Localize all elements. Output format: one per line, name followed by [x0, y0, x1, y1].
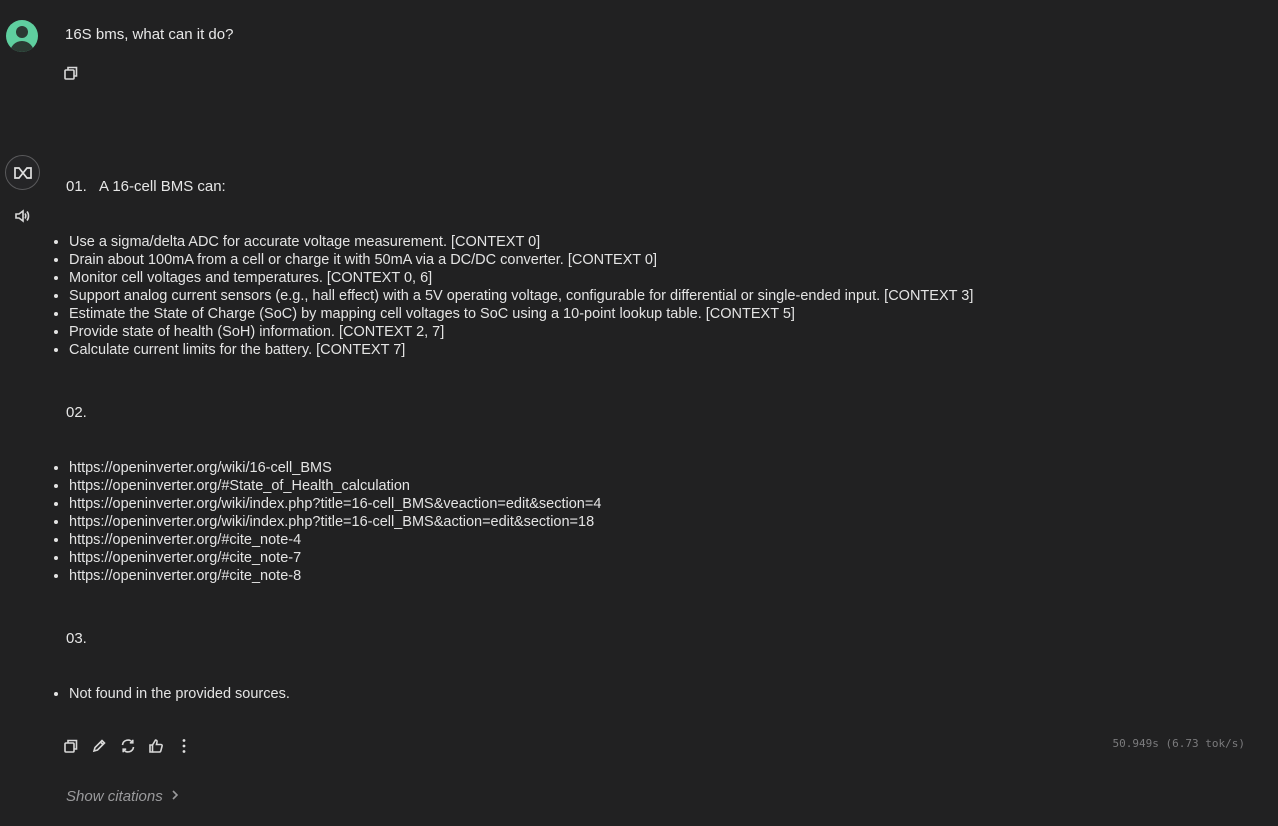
section-heading-1: 01. A 16-cell BMS can:	[66, 178, 226, 195]
show-citations-button[interactable]: Show citations	[66, 788, 181, 805]
pencil-icon[interactable]	[89, 736, 109, 756]
section-number: 01.	[66, 178, 87, 195]
list-item: https://openinverter.org/#cite_note-8	[69, 567, 601, 585]
more-vertical-icon[interactable]	[174, 736, 194, 756]
list-item: Use a sigma/delta ADC for accurate volta…	[69, 233, 973, 251]
list-item: Support analog current sensors (e.g., ha…	[69, 287, 973, 305]
user-avatar	[6, 20, 38, 52]
user-message: 16S bms, what can it do?	[65, 26, 234, 43]
section-1-list: Use a sigma/delta ADC for accurate volta…	[51, 233, 973, 359]
list-item: https://openinverter.org/wiki/index.php?…	[69, 513, 601, 531]
refresh-icon[interactable]	[118, 736, 138, 756]
list-item: https://openinverter.org/wiki/16-cell_BM…	[69, 459, 601, 477]
list-item: https://openinverter.org/#cite_note-7	[69, 549, 601, 567]
list-item: Monitor cell voltages and temperatures. …	[69, 269, 973, 287]
list-item: Provide state of health (SoH) informatio…	[69, 323, 973, 341]
list-item: Drain about 100mA from a cell or charge …	[69, 251, 973, 269]
section-number: 02.	[66, 404, 87, 421]
list-item: Not found in the provided sources.	[69, 685, 290, 703]
chat-page: 16S bms, what can it do? 01. A 16-cell BM…	[0, 0, 1278, 826]
list-item: https://openinverter.org/wiki/index.php?…	[69, 495, 601, 513]
list-item: Estimate the State of Charge (SoC) by ma…	[69, 305, 973, 323]
chevron-right-icon	[169, 788, 181, 805]
list-item: Calculate current limits for the battery…	[69, 341, 973, 359]
generation-stats: 50.949s (6.73 tok/s)	[1112, 737, 1245, 750]
copy-icon[interactable]	[61, 63, 81, 83]
list-item: https://openinverter.org/#cite_note-4	[69, 531, 601, 549]
section-heading-2: 02.	[66, 404, 99, 421]
section-heading-3: 03.	[66, 630, 99, 647]
thumbs-up-icon[interactable]	[146, 736, 166, 756]
speaker-icon[interactable]	[12, 206, 32, 226]
show-citations-label: Show citations	[66, 788, 163, 805]
section-number: 03.	[66, 630, 87, 647]
section-title: A 16-cell BMS can:	[99, 178, 226, 195]
copy-icon[interactable]	[61, 736, 81, 756]
section-3-list: Not found in the provided sources.	[51, 685, 290, 703]
model-logo-icon	[5, 155, 40, 190]
list-item: https://openinverter.org/#State_of_Healt…	[69, 477, 601, 495]
section-2-list: https://openinverter.org/wiki/16-cell_BM…	[51, 459, 601, 585]
